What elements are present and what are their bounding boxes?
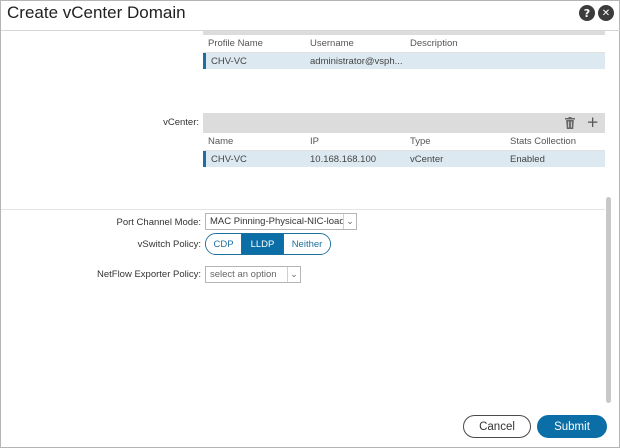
plus-icon[interactable]: +	[586, 113, 599, 131]
vswitch-option-cdp[interactable]: CDP	[206, 234, 242, 254]
submit-button[interactable]: Submit	[537, 415, 607, 438]
cell-type: vCenter	[410, 153, 444, 165]
cell-username: administrator@vsph...	[310, 55, 403, 67]
cell-ip: 10.168.168.100	[310, 153, 377, 165]
credentials-table: Profile Name Username Description CHV-VC…	[203, 31, 605, 69]
vcenter-header-row: Name IP Type Stats Collection	[203, 133, 605, 151]
vswitch-policy-label: vSwitch Policy:	[137, 239, 201, 250]
section-divider	[1, 209, 605, 210]
chevron-down-icon[interactable]: ⌄	[287, 267, 300, 282]
port-channel-mode-label: Port Channel Mode:	[116, 217, 202, 228]
cell-name: CHV-VC	[211, 153, 247, 165]
netflow-exporter-policy-label: NetFlow Exporter Policy:	[96, 269, 201, 280]
vswitch-option-lldp[interactable]: LLDP	[242, 234, 284, 254]
netflow-exporter-policy-select[interactable]: select an option ⌄	[205, 266, 301, 283]
scrollbar-thumb[interactable]	[606, 197, 611, 403]
vcenter-table: + Name IP Type Stats Collection CHV-VC 1…	[203, 113, 605, 167]
column-header-description[interactable]: Description	[406, 38, 506, 49]
vswitch-option-neither[interactable]: Neither	[284, 234, 330, 254]
help-icon[interactable]: ?	[579, 5, 595, 21]
table-row[interactable]: CHV-VC 10.168.168.100 vCenter Enabled	[203, 151, 605, 167]
column-header-ip[interactable]: IP	[306, 136, 406, 147]
close-icon[interactable]: ✕	[598, 5, 614, 21]
column-header-profile-name[interactable]: Profile Name	[203, 38, 306, 49]
column-header-username[interactable]: Username	[306, 38, 406, 49]
cancel-button[interactable]: Cancel	[463, 415, 531, 438]
table-row[interactable]: CHV-VC administrator@vsph...	[203, 53, 605, 69]
cell-stats-collection: Enabled	[510, 153, 545, 165]
column-header-type[interactable]: Type	[406, 136, 506, 147]
chevron-down-icon[interactable]: ⌄	[343, 214, 356, 229]
port-channel-mode-select[interactable]: MAC Pinning-Physical-NIC-load ⌄	[205, 213, 357, 230]
vcenter-label: vCenter:	[163, 117, 199, 128]
trash-icon[interactable]	[565, 117, 575, 129]
vcenter-header-bar: +	[203, 113, 605, 133]
dialog-title: Create vCenter Domain	[7, 3, 186, 22]
netflow-exporter-policy-placeholder: select an option	[210, 269, 277, 280]
create-vcenter-domain-dialog: Create vCenter Domain ? ✕ Profile Name U…	[0, 0, 620, 448]
credentials-header-row: Profile Name Username Description	[203, 35, 605, 53]
column-header-stats-collection[interactable]: Stats Collection	[506, 136, 605, 147]
column-header-name[interactable]: Name	[203, 136, 306, 147]
port-channel-mode-value: MAC Pinning-Physical-NIC-load	[210, 216, 343, 227]
vswitch-policy-toggle: CDP LLDP Neither	[205, 233, 331, 255]
cell-profile-name: CHV-VC	[211, 55, 247, 67]
